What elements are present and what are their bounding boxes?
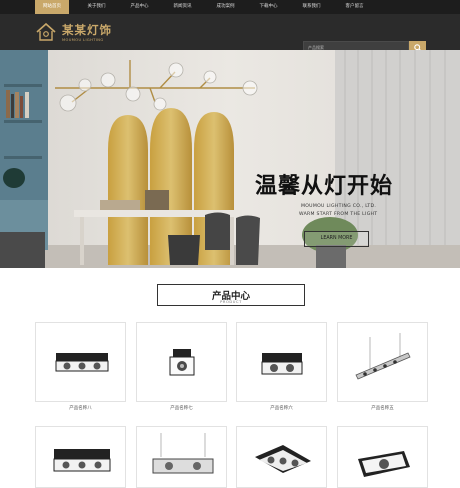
product-card[interactable]: [337, 322, 428, 402]
header: 某某灯饰 MOUMOU LIGHTING 产品搜索: [0, 14, 460, 54]
product-card[interactable]: [337, 426, 428, 488]
product-name[interactable]: 产品名称五: [337, 405, 428, 411]
nav-cases[interactable]: 成功案例: [204, 0, 247, 14]
product-card[interactable]: [236, 322, 327, 402]
section-heading: 产品中心 PRODUCT: [157, 284, 305, 306]
product-image: [169, 349, 195, 376]
nav-news[interactable]: 新闻资讯: [161, 0, 204, 14]
product-image: [152, 433, 214, 474]
product-image: [355, 333, 411, 380]
product-card[interactable]: [35, 426, 126, 488]
hero-title: 温馨从灯开始: [255, 174, 394, 199]
nav-home[interactable]: 网站首页: [35, 0, 69, 14]
product-image: [255, 445, 311, 473]
product-image: [55, 353, 109, 372]
nav-products[interactable]: 产品中心: [118, 0, 161, 14]
product-image: [53, 449, 111, 472]
nav-message[interactable]: 客户留言: [333, 0, 376, 14]
product-name[interactable]: 产品名称六: [236, 405, 327, 411]
nav-download[interactable]: 下载中心: [247, 0, 290, 14]
logo-subtext: MOUMOU LIGHTING: [62, 38, 104, 42]
product-name[interactable]: 产品名称七: [136, 405, 227, 411]
product-image: [261, 353, 303, 375]
product-card[interactable]: [136, 426, 227, 488]
section-subtitle: PRODUCT: [220, 300, 242, 304]
learn-more-button[interactable]: LEARN MORE: [304, 231, 369, 247]
nav-about[interactable]: 关于我们: [75, 0, 118, 14]
product-card[interactable]: [236, 426, 327, 488]
hero-subtitle-2: WARM START FROM THE LIGHT: [299, 212, 378, 217]
logo-house-icon: [36, 22, 56, 41]
product-card[interactable]: [35, 322, 126, 402]
hero-image: [0, 50, 460, 268]
nav-contact[interactable]: 联系我们: [290, 0, 333, 14]
product-name[interactable]: 产品名称八: [35, 405, 126, 411]
top-nav: 网站首页 关于我们 产品中心 新闻资讯 成功案例 下载中心 联系我们 客户留言: [0, 0, 460, 14]
logo-text[interactable]: 某某灯饰: [62, 22, 112, 38]
hero-subtitle-1: MOUMOU LIGHTING CO., LTD.: [301, 204, 377, 209]
product-image: [358, 451, 410, 477]
hero-banner[interactable]: 温馨从灯开始 MOUMOU LIGHTING CO., LTD. WARM ST…: [0, 50, 460, 268]
product-card[interactable]: [136, 322, 227, 402]
